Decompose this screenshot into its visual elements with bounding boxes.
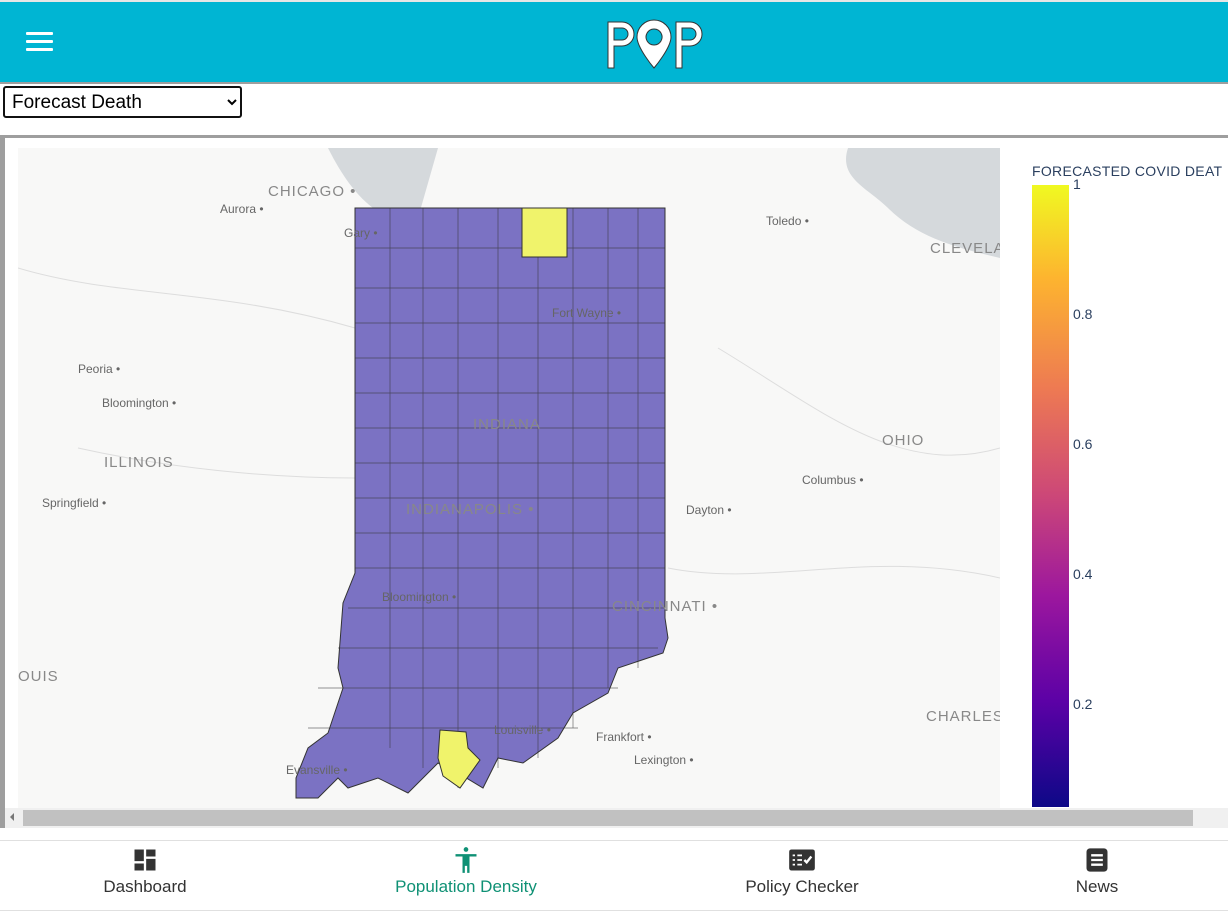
map-place-label: Dayton • xyxy=(686,503,732,517)
map-place-label: Louisville • xyxy=(494,723,551,737)
pop-logo xyxy=(607,19,703,69)
nav-dashboard[interactable]: Dashboard xyxy=(25,841,265,911)
app-header xyxy=(0,0,1228,82)
map-place-label: Aurora • xyxy=(220,202,264,216)
colorbar xyxy=(1032,185,1069,807)
map-place-label: Peoria • xyxy=(78,362,121,376)
map-place-label: Bloomington • xyxy=(102,396,177,410)
map-place-label: Fort Wayne • xyxy=(552,306,622,320)
choropleth-map[interactable]: CHICAGO • Aurora • Gary • Toledo • CLEVELAN F… xyxy=(18,148,1000,808)
nav-population-density[interactable]: Population Density xyxy=(346,841,586,911)
map-place-label: CLEVELAN xyxy=(930,240,1000,257)
map-place-label: Bloomington • xyxy=(382,590,457,604)
map-place-label: Frankfort • xyxy=(596,730,652,744)
nav-news[interactable]: News xyxy=(977,841,1217,911)
nav-label: Dashboard xyxy=(103,877,187,896)
person-icon xyxy=(455,847,477,873)
map-place-label: OUIS xyxy=(18,668,59,685)
map-place-label: Columbus • xyxy=(802,473,864,487)
map-place-label: Toledo • xyxy=(766,214,809,228)
map-place-label: OHIO xyxy=(882,432,925,449)
highlight-county-north[interactable] xyxy=(521,207,568,258)
map-place-label: INDIANA xyxy=(473,416,541,433)
scroll-left-icon[interactable] xyxy=(10,813,14,821)
map-place-label: ILLINOIS xyxy=(104,454,174,471)
map-place-label: CINCINNATI • xyxy=(612,598,719,615)
news-icon xyxy=(1086,848,1108,872)
colorbar-tick: 0.6 xyxy=(1073,436,1093,452)
scrollbar-thumb[interactable] xyxy=(23,810,1193,826)
nav-policy-checker[interactable]: Policy Checker xyxy=(682,841,922,911)
nav-label: Population Density xyxy=(395,877,537,896)
metric-selector-row: Forecast Death xyxy=(0,82,1228,138)
colorbar-tick: 1 xyxy=(1073,176,1081,192)
nav-label: News xyxy=(1075,877,1119,896)
colorbar-tick: 0.8 xyxy=(1073,306,1093,322)
colorbar-tick: 0.4 xyxy=(1073,566,1093,582)
nav-label: Policy Checker xyxy=(745,877,859,896)
map-place-label: Evansville • xyxy=(286,763,348,777)
dashboard-icon xyxy=(134,849,156,871)
colorbar-title: FORECASTED COVID DEAT xyxy=(1032,163,1223,179)
horizontal-scrollbar[interactable] xyxy=(5,808,1228,828)
map-place-label: Lexington • xyxy=(634,753,694,767)
map-place-label: Springfield • xyxy=(42,496,107,510)
map-place-label: INDIANAPOLIS • xyxy=(406,501,535,518)
hamburger-icon[interactable] xyxy=(26,32,53,52)
map-place-label: Gary • xyxy=(344,226,378,240)
checklist-icon xyxy=(789,849,815,871)
metric-select[interactable]: Forecast Death xyxy=(3,86,242,118)
map-place-label: CHARLEST xyxy=(926,708,1000,725)
bottom-nav: Dashboard Population Density Policy Chec… xyxy=(0,840,1228,911)
colorbar-tick: 0.2 xyxy=(1073,696,1093,712)
map-place-label: CHICAGO • xyxy=(268,183,357,200)
